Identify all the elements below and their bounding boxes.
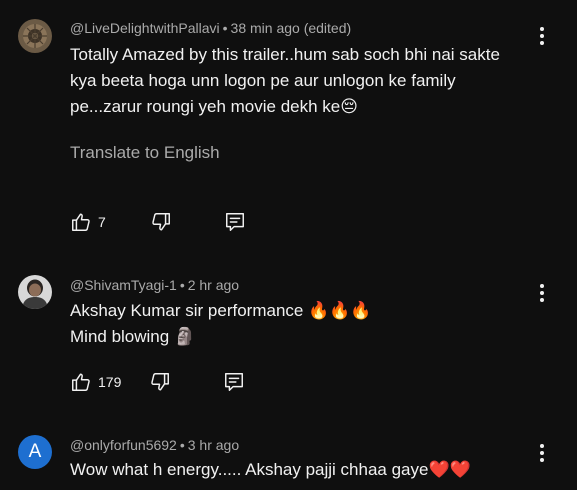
reply-icon bbox=[225, 213, 244, 231]
avatar-image bbox=[18, 19, 52, 53]
avatar[interactable] bbox=[18, 19, 52, 53]
comment-line: pe...zarur roungi yeh movie dekh ke😔 bbox=[70, 97, 358, 116]
comment-actions: 179 bbox=[70, 370, 245, 394]
avatar-image bbox=[18, 275, 52, 309]
avatar[interactable]: A bbox=[18, 435, 52, 469]
reply-icon bbox=[225, 373, 244, 391]
comment-text: Totally Amazed by this trailer..hum sab … bbox=[70, 42, 540, 120]
meta-separator: • bbox=[179, 277, 185, 293]
comment-text: Wow what h energy..... Akshay pajji chha… bbox=[70, 457, 540, 483]
like-button[interactable]: 179 bbox=[70, 370, 121, 394]
meta-separator: • bbox=[179, 437, 185, 453]
like-count: 179 bbox=[98, 374, 122, 390]
reply-button[interactable] bbox=[223, 370, 245, 394]
like-button[interactable]: 7 bbox=[70, 210, 106, 234]
comment-line: Totally Amazed by this trailer..hum sab … bbox=[70, 45, 500, 64]
comment-actions: 7 bbox=[70, 210, 246, 234]
comment-line: kya beeta hoga unn logon pe aur unlogon … bbox=[70, 71, 456, 90]
avatar[interactable] bbox=[18, 275, 52, 309]
thumbs-down-icon bbox=[151, 373, 170, 391]
meta-separator: • bbox=[222, 20, 228, 36]
comment-time: 3 hr ago bbox=[187, 437, 240, 453]
comment-line: Mind blowing 🗿 bbox=[70, 327, 196, 346]
comment-meta: @LiveDelightwithPallavi • 38 min ago (edit… bbox=[70, 20, 351, 36]
dislike-button[interactable] bbox=[150, 210, 172, 234]
comment-time: 38 min ago (edited) bbox=[230, 20, 352, 36]
thumbs-up-icon bbox=[72, 373, 90, 391]
author-name[interactable]: @LiveDelightwithPallavi bbox=[70, 20, 220, 36]
comment-line: Wow what h energy..... Akshay pajji chha… bbox=[70, 460, 471, 479]
dislike-button[interactable] bbox=[149, 370, 171, 394]
thumbs-up-icon bbox=[72, 213, 90, 231]
like-count: 7 bbox=[98, 214, 106, 230]
translate-link[interactable]: Translate to English bbox=[70, 143, 220, 163]
comment-meta: @ShivamTyagi-1 • 2 hr ago bbox=[70, 277, 239, 293]
comment-line: Akshay Kumar sir performance 🔥🔥🔥 bbox=[70, 301, 372, 320]
thumbs-down-icon bbox=[152, 213, 170, 231]
comment-meta: @onlyforfun5692 • 3 hr ago bbox=[70, 437, 239, 453]
comment-time: 2 hr ago bbox=[187, 277, 240, 293]
reply-button[interactable] bbox=[224, 210, 246, 234]
author-name[interactable]: @ShivamTyagi-1 bbox=[70, 277, 177, 293]
comment-text: Akshay Kumar sir performance 🔥🔥🔥 Mind bl… bbox=[70, 298, 540, 350]
author-name[interactable]: @onlyforfun5692 bbox=[70, 437, 177, 453]
